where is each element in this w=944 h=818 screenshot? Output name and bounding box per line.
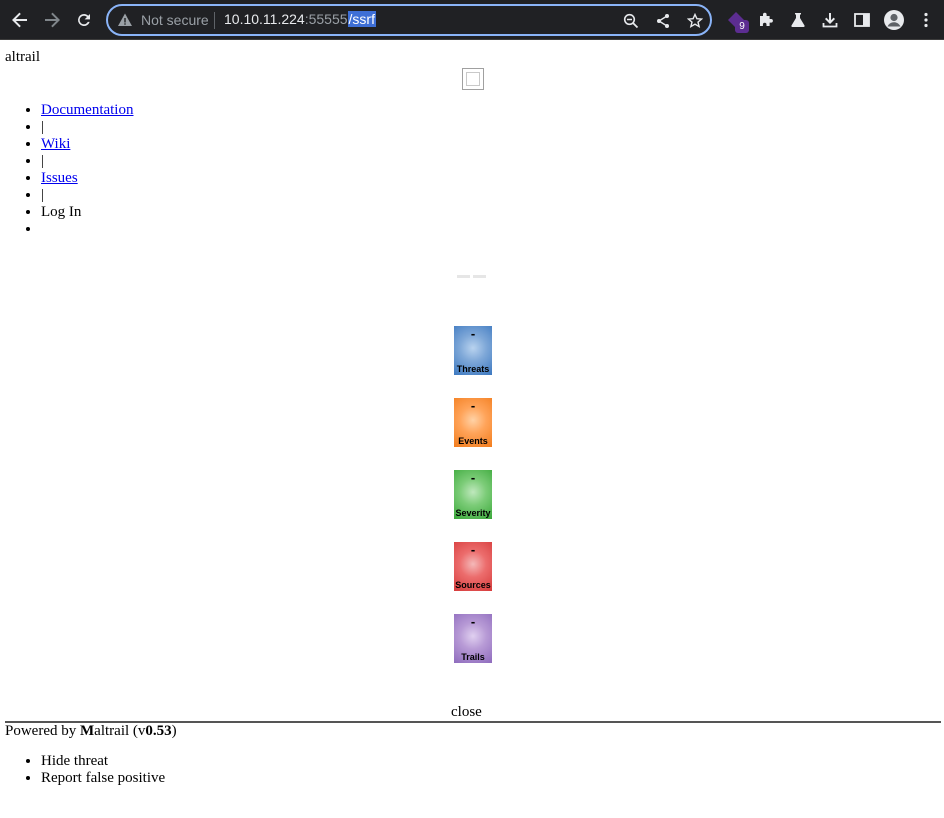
omnibox-divider xyxy=(214,12,215,29)
browser-toolbar: Not secure 10.10.11.224:55555/ssrf 9 xyxy=(0,0,944,40)
events-label: Events xyxy=(458,436,488,446)
logo-alt-text: altrail xyxy=(5,49,40,65)
context-menu: Hide threat Report false positive xyxy=(0,753,165,787)
menu-separator: | xyxy=(41,153,133,170)
bookmark-star-icon[interactable] xyxy=(686,12,704,30)
url-port: :55555 xyxy=(304,11,348,27)
loading-placeholder xyxy=(457,265,489,283)
close-alt-text: close xyxy=(451,704,482,720)
side-panel-icon[interactable] xyxy=(850,8,874,32)
labs-flask-icon[interactable] xyxy=(786,8,810,32)
menu-item-documentation[interactable]: Documentation xyxy=(41,102,133,119)
address-bar[interactable]: Not secure 10.10.11.224:55555/ssrf xyxy=(106,4,712,36)
events-count: - xyxy=(470,398,476,413)
powered-by-footer: Powered by Maltrail (v0.53) xyxy=(5,723,177,740)
version-open: (v xyxy=(129,723,146,739)
menu-item-login[interactable]: Log In xyxy=(41,204,133,221)
url-path-selected: /ssrf xyxy=(347,11,376,27)
documentation-link[interactable]: Documentation xyxy=(41,102,133,118)
download-icon[interactable] xyxy=(818,8,842,32)
version-close: ) xyxy=(171,723,177,739)
issues-link[interactable]: Issues xyxy=(41,170,78,186)
events-counter-tile[interactable]: - Events xyxy=(454,398,492,447)
menu-item-issues[interactable]: Issues xyxy=(41,170,133,187)
severity-counter-tile[interactable]: - Severity xyxy=(454,470,492,519)
threats-label: Threats xyxy=(456,364,490,374)
forward-icon[interactable] xyxy=(40,8,64,32)
brand-initial: M xyxy=(80,723,95,739)
top-menu: Documentation | Wiki | Issues | Log In xyxy=(0,102,133,238)
warning-icon[interactable] xyxy=(117,12,133,28)
threats-count: - xyxy=(470,326,476,341)
hide-threat-item[interactable]: Hide threat xyxy=(41,753,165,770)
menu-item-empty xyxy=(41,221,133,238)
trails-count: - xyxy=(470,614,476,629)
browser-menu-icon[interactable] xyxy=(914,8,938,32)
close-broken-image[interactable]: close xyxy=(451,704,482,721)
sources-counter-tile[interactable]: - Sources xyxy=(454,542,492,591)
page-content: altrail Documentation | Wiki | Issues | … xyxy=(0,41,944,818)
extensions-puzzle-icon[interactable] xyxy=(754,8,778,32)
trails-counter-tile[interactable]: - Trails xyxy=(454,614,492,663)
url-text[interactable]: 10.10.11.224:55555/ssrf xyxy=(224,11,376,27)
sources-label: Sources xyxy=(455,580,491,590)
url-host: 10.10.11.224 xyxy=(224,11,305,27)
severity-label: Severity xyxy=(455,508,491,518)
threats-counter-tile[interactable]: - Threats xyxy=(454,326,492,375)
menu-item-wiki[interactable]: Wiki xyxy=(41,136,133,153)
severity-count: - xyxy=(470,470,476,485)
wiki-link[interactable]: Wiki xyxy=(41,136,70,152)
trails-label: Trails xyxy=(461,652,485,662)
share-icon[interactable] xyxy=(654,12,672,30)
brand-rest: altrail xyxy=(94,723,130,739)
zoom-out-icon[interactable] xyxy=(622,12,640,30)
reload-icon[interactable] xyxy=(72,8,96,32)
version-number: 0.53 xyxy=(145,723,172,739)
menu-separator: | xyxy=(41,187,133,204)
security-label[interactable]: Not secure xyxy=(141,12,209,28)
profile-avatar-icon[interactable] xyxy=(882,8,906,32)
powered-prefix: Powered by xyxy=(5,723,80,739)
back-icon[interactable] xyxy=(8,8,32,32)
report-false-positive-item[interactable]: Report false positive xyxy=(41,770,165,787)
menu-separator: | xyxy=(41,119,133,136)
sources-count: - xyxy=(470,542,476,557)
broken-image-icon xyxy=(462,68,484,90)
logo-broken-image[interactable]: altrail xyxy=(5,49,40,66)
extension-badge: 9 xyxy=(735,20,749,33)
